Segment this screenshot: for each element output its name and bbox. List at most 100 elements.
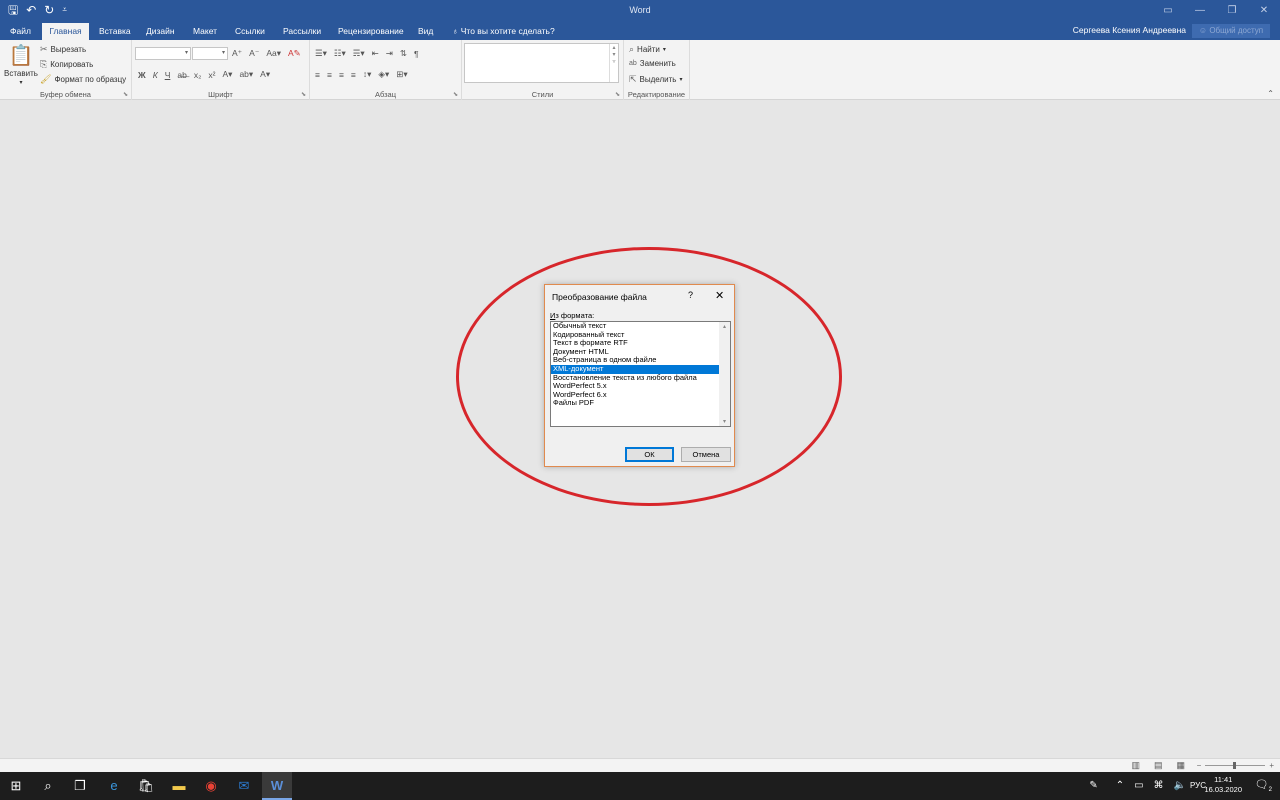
tab-references[interactable]: Ссылки [229, 23, 271, 40]
text-effects-icon[interactable]: A▾ [223, 69, 233, 80]
increase-indent-icon[interactable]: ⇥ [386, 48, 393, 59]
superscript-icon[interactable]: x² [208, 70, 215, 80]
user-name[interactable]: Сергеева Ксения Андреевна [1073, 25, 1186, 35]
clock[interactable]: 11:41 16.03.2020 [1204, 775, 1242, 795]
align-center-icon[interactable]: ≡ [327, 70, 332, 80]
chevron-up-icon[interactable]: ⌃ [1116, 780, 1124, 791]
pen-icon[interactable]: ✎ [1089, 780, 1097, 791]
bullets-icon[interactable]: ☰▾ [315, 48, 327, 59]
zoom-slider[interactable]: − + [1197, 761, 1274, 770]
clear-formatting-icon[interactable]: A✎ [288, 48, 301, 59]
share-button[interactable]: ☺ Общий доступ [1192, 24, 1270, 38]
multilevel-list-icon[interactable]: ☴▾ [353, 48, 365, 59]
styles-scroll[interactable]: ▴ ▾ ▿ [609, 44, 618, 82]
search-icon[interactable]: ⌕ [38, 776, 58, 796]
font-size-combo[interactable]: ▾ [192, 47, 228, 60]
outlook-icon[interactable]: ✉ [234, 776, 254, 796]
font-name-combo[interactable]: ▾ [135, 47, 191, 60]
restore-icon[interactable]: ❐ [1216, 0, 1248, 22]
web-layout-icon[interactable]: ▦ [1176, 760, 1185, 771]
styles-gallery[interactable]: ▴ ▾ ▿ [464, 43, 619, 83]
shading-icon[interactable]: ◈▾ [378, 69, 389, 80]
italic-button[interactable]: К [153, 70, 158, 80]
read-mode-icon[interactable]: ▥ [1131, 760, 1140, 771]
tab-design[interactable]: Дизайн [140, 23, 181, 40]
scroll-up-icon[interactable]: ▴ [719, 323, 730, 330]
minimize-icon[interactable]: — [1184, 0, 1216, 22]
paste-button[interactable]: 📋 Вставить ▾ [4, 43, 38, 86]
file-explorer-icon[interactable]: ▬ [169, 776, 189, 796]
from-format-label: Из формата: [550, 311, 595, 320]
scissors-icon: ✂ [40, 44, 48, 54]
numbering-icon[interactable]: ☷▾ [334, 48, 346, 59]
word-icon[interactable]: W [267, 776, 287, 796]
font-format-tools: Ж К Ч a̶b̶ x₂ x² A▾ ab▾ A▾ [138, 69, 270, 80]
show-marks-icon[interactable]: ¶ [414, 49, 419, 59]
volume-icon[interactable]: 🔈 [1174, 780, 1186, 791]
listbox-scrollbar[interactable]: ▴ ▾ [719, 322, 730, 426]
tab-review[interactable]: Рецензирование [332, 23, 410, 40]
copy-button[interactable]: ⎘ Копировать [40, 59, 93, 70]
align-right-icon[interactable]: ≡ [339, 70, 344, 80]
styles-launcher-icon[interactable]: ⬊ [615, 91, 620, 98]
close-window-icon[interactable]: ✕ [1248, 0, 1280, 22]
notification-count: 2 [1268, 787, 1272, 794]
tab-insert[interactable]: Вставка [93, 23, 137, 40]
align-left-icon[interactable]: ≡ [315, 70, 320, 80]
font-launcher-icon[interactable]: ⬊ [301, 91, 306, 98]
decrease-indent-icon[interactable]: ⇤ [372, 48, 379, 59]
subscript-icon[interactable]: x₂ [194, 70, 202, 80]
list-item[interactable]: Файлы PDF [551, 399, 719, 408]
task-view-icon[interactable]: ❐ [70, 776, 90, 796]
tab-file[interactable]: Файл [4, 23, 37, 40]
notification-icon[interactable]: 🗨2 [1255, 778, 1272, 793]
clipboard-launcher-icon[interactable]: ⬊ [123, 91, 128, 98]
lightbulb-icon: ♁ [452, 26, 459, 36]
paragraph-launcher-icon[interactable]: ⬊ [453, 91, 458, 98]
tab-home[interactable]: Главная [42, 23, 89, 40]
battery-icon[interactable]: ▭ [1134, 780, 1143, 791]
tab-mailings[interactable]: Рассылки [277, 23, 327, 40]
print-layout-icon[interactable]: ▤ [1154, 760, 1163, 771]
close-icon[interactable]: ✕ [715, 289, 724, 302]
format-painter-button[interactable]: 🖌 Формат по образцу [40, 74, 126, 85]
scroll-down-icon[interactable]: ▾ [719, 418, 730, 425]
replace-button[interactable]: ab Заменить [629, 59, 676, 68]
help-icon[interactable]: ? [688, 290, 693, 300]
line-spacing-icon[interactable]: ↕▾ [363, 69, 372, 80]
network-icon[interactable]: ⌘ [1154, 780, 1164, 791]
zoom-out-icon[interactable]: − [1197, 761, 1202, 770]
borders-icon[interactable]: ⊞▾ [396, 69, 407, 80]
cancel-button[interactable]: Отмена [681, 447, 731, 462]
tell-me-box[interactable]: ♁ Что вы хотите сделать? [446, 23, 561, 40]
strikethrough-icon[interactable]: a̶b̶ [177, 70, 186, 80]
shrink-font-icon[interactable]: A⁻ [249, 48, 259, 59]
change-case-icon[interactable]: Aa▾ [266, 48, 281, 59]
zoom-in-icon[interactable]: + [1269, 761, 1274, 770]
find-button[interactable]: ⌕ Найти ▾ [629, 44, 666, 55]
editing-group: ⌕ Найти ▾ ab Заменить ⇱ Выделить ▾ Редак… [624, 40, 690, 100]
ribbon-display-options-icon[interactable]: ▭ [1152, 0, 1184, 22]
zoom-thumb[interactable] [1233, 762, 1237, 769]
bold-button[interactable]: Ж [138, 70, 146, 80]
collapse-ribbon-icon[interactable]: ⌃ [1267, 89, 1274, 98]
sort-icon[interactable]: ⇅ [400, 48, 407, 59]
font-color-icon[interactable]: A▾ [260, 69, 270, 80]
tab-view[interactable]: Вид [412, 23, 439, 40]
zoom-track[interactable] [1205, 762, 1266, 769]
format-listbox[interactable]: Обычный текст Кодированный текст Текст в… [550, 321, 731, 427]
ok-button[interactable]: ОК [625, 447, 674, 462]
justify-icon[interactable]: ≡ [351, 70, 356, 80]
store-icon[interactable]: 🛍 [136, 776, 156, 796]
cut-button[interactable]: ✂ Вырезать [40, 44, 86, 55]
tab-layout[interactable]: Макет [187, 23, 223, 40]
underline-button[interactable]: Ч [165, 70, 171, 80]
chrome-icon[interactable]: ◉ [201, 776, 221, 796]
grow-font-icon[interactable]: A⁺ [232, 48, 242, 59]
edge-icon[interactable]: e [104, 776, 124, 796]
select-button[interactable]: ⇱ Выделить ▾ [629, 74, 682, 85]
highlight-icon[interactable]: ab▾ [239, 69, 253, 80]
title-bar: 🖫 ↶ ↻ ⩡ Word ▭ — ❐ ✕ [0, 0, 1280, 22]
share-label: Общий доступ [1209, 26, 1264, 35]
windows-start-icon[interactable]: ⊞ [6, 776, 26, 796]
